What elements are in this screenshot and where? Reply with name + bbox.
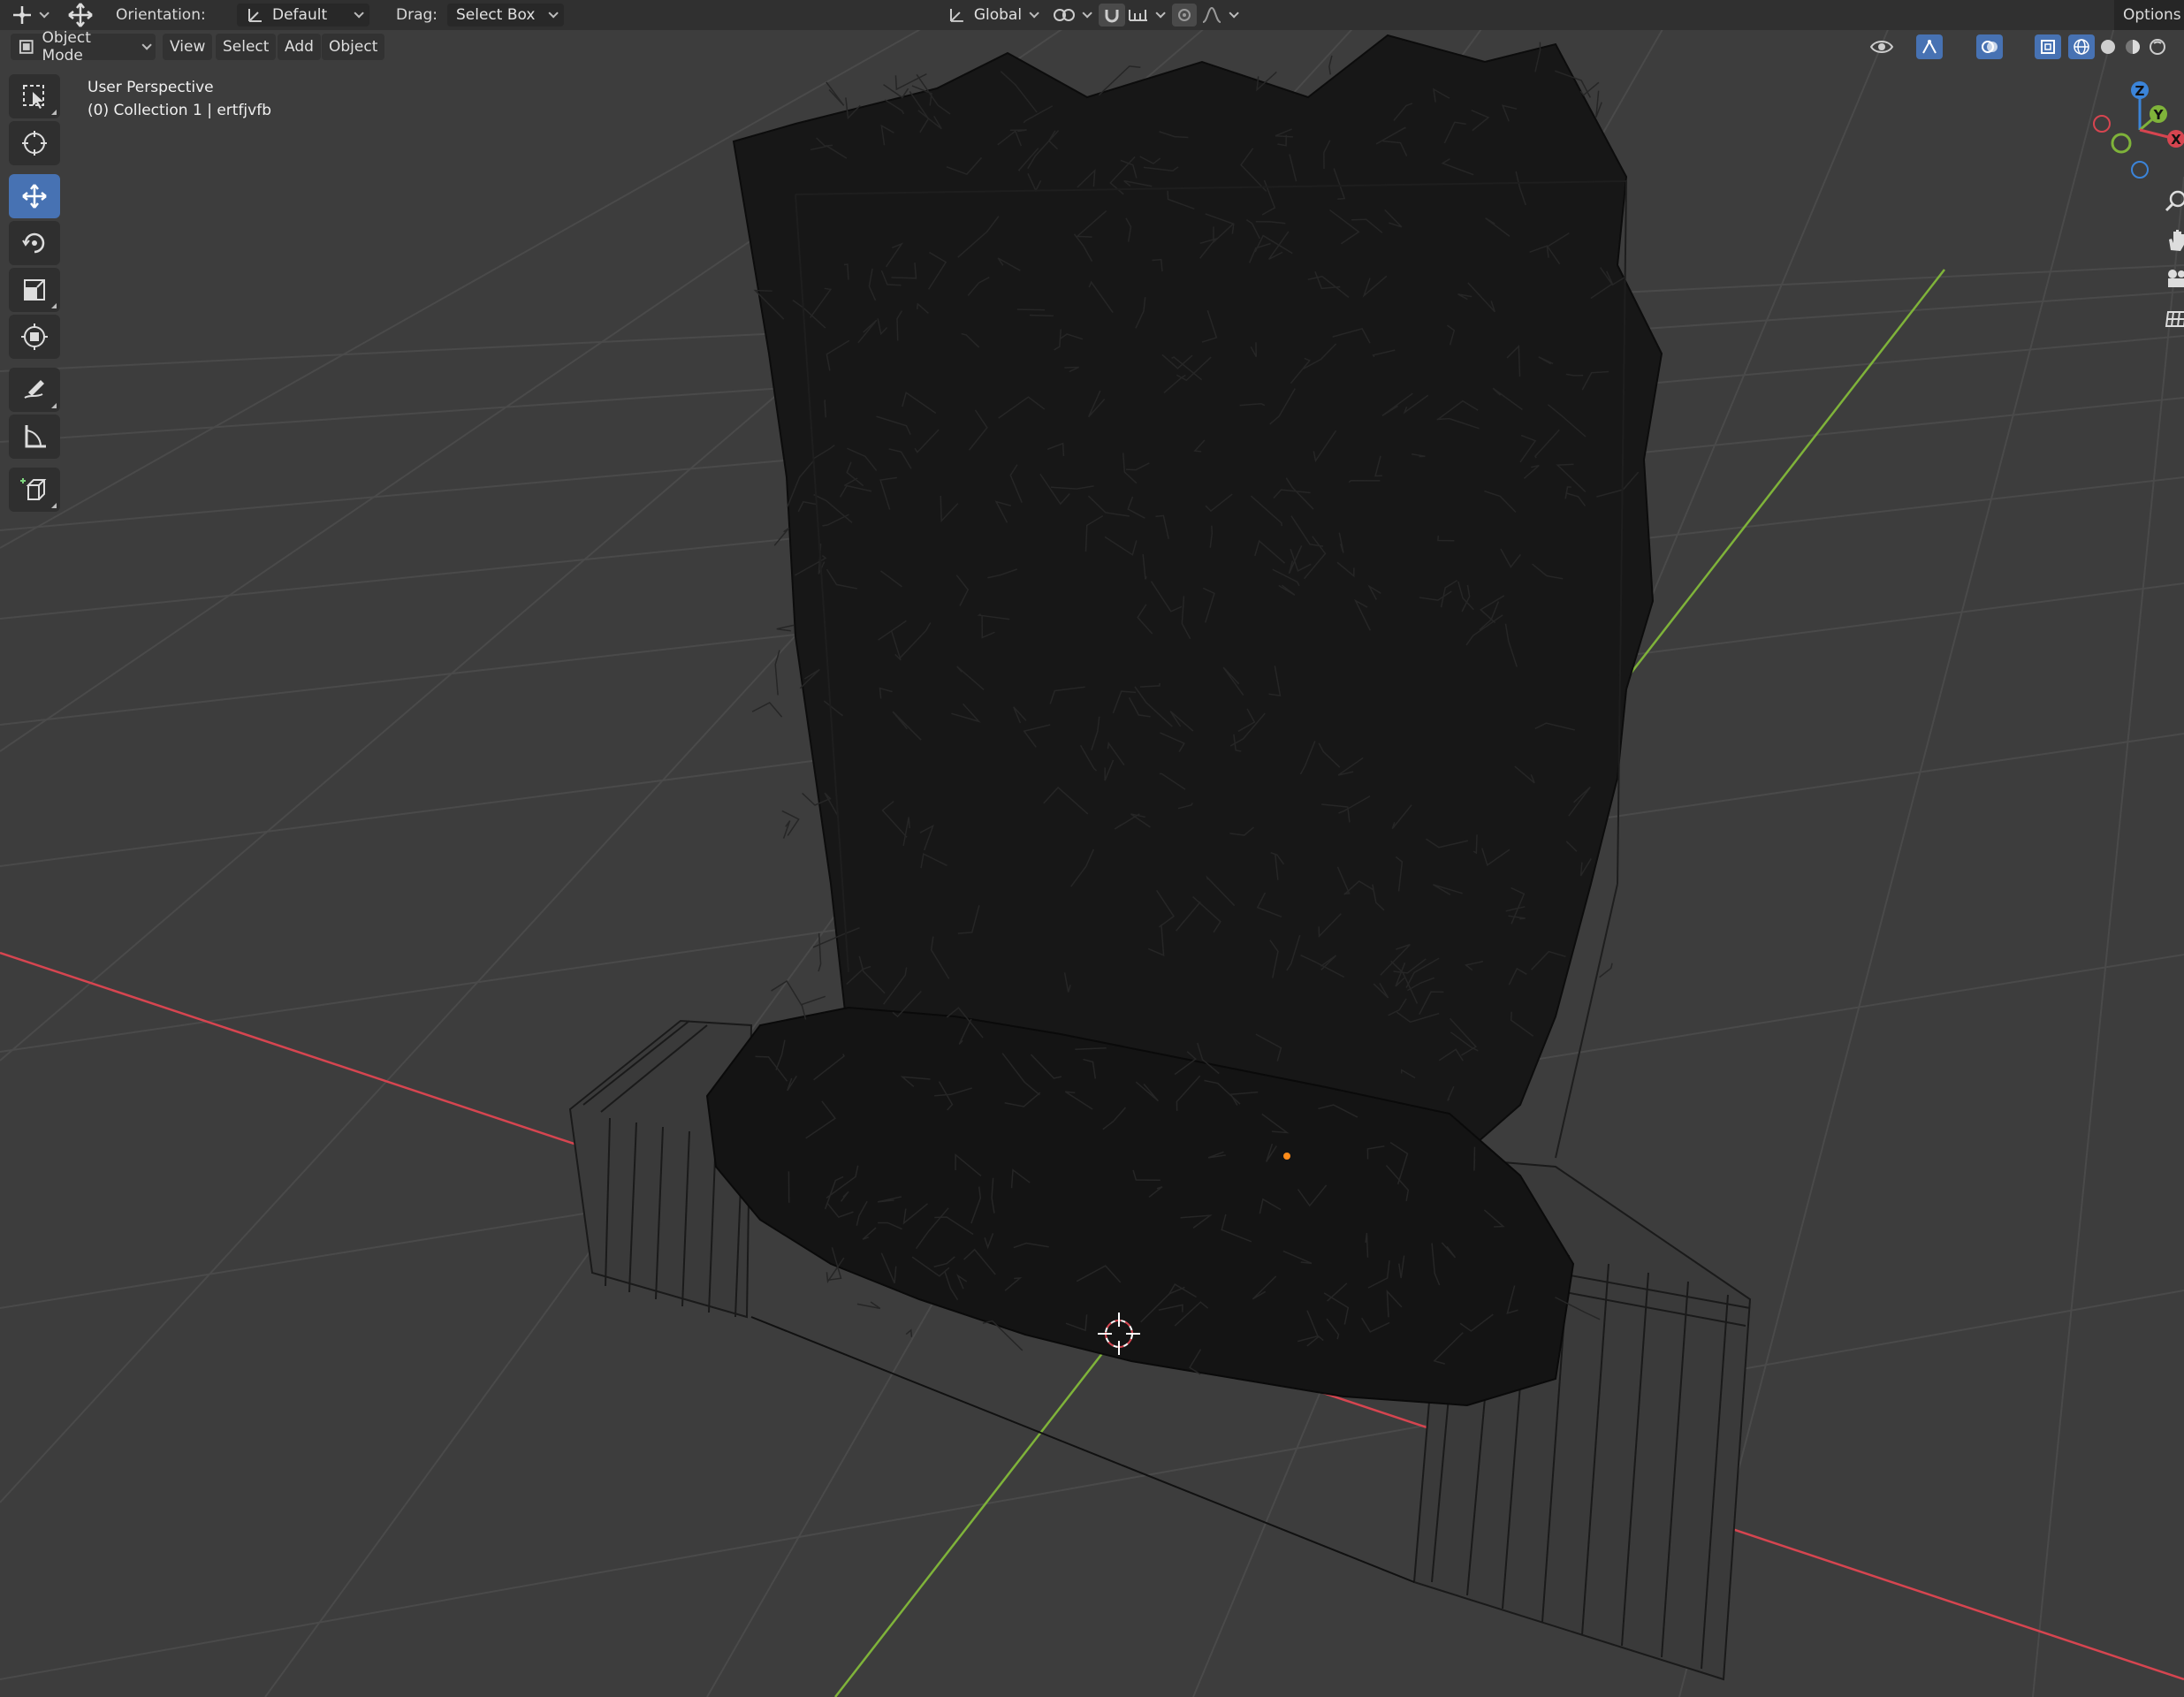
gizmo-toggle[interactable] — [1916, 34, 1943, 60]
shading-wireframe[interactable] — [2068, 34, 2095, 60]
add-cube-tool[interactable] — [9, 468, 60, 512]
menu-object[interactable]: Object — [322, 34, 385, 60]
object-mode-icon — [19, 40, 34, 54]
tool-shelf — [9, 74, 67, 514]
ortho-grid-icon — [2165, 311, 2184, 327]
editor-type-button[interactable] — [11, 0, 49, 30]
gizmo-neg-z[interactable] — [2131, 161, 2149, 179]
cursor-icon — [22, 131, 47, 156]
menu-view[interactable]: View — [163, 34, 213, 60]
falloff-curve-icon — [1202, 6, 1221, 23]
drag-label: Drag: — [396, 6, 438, 24]
transform-tool[interactable] — [9, 315, 60, 359]
select-box-icon — [23, 85, 44, 109]
chevron-down-icon — [354, 8, 364, 19]
chevron-down-icon — [1229, 8, 1239, 19]
zoom-icon — [2165, 190, 2184, 212]
gizmo-icon — [1922, 39, 1937, 54]
shading-solid[interactable] — [2095, 34, 2121, 60]
measure-tool[interactable] — [9, 415, 60, 459]
shading-material[interactable] — [2119, 34, 2146, 60]
viewport-header: Object Mode View Select Add Object — [0, 29, 2184, 65]
transform-space-value: Global — [973, 6, 1023, 24]
transform-icon — [21, 323, 48, 350]
rotate-tool[interactable] — [9, 221, 60, 265]
annotate-icon — [24, 380, 44, 399]
material-sphere-icon — [2126, 40, 2140, 54]
orientation-value: Default — [272, 6, 328, 24]
rendered-sphere-icon — [2150, 39, 2165, 55]
chevron-down-icon — [1155, 8, 1166, 19]
chevron-down-icon — [39, 8, 49, 19]
transform-gizmo-icon — [13, 6, 31, 24]
move-tool-indicator[interactable] — [65, 0, 95, 30]
rotate-icon — [22, 232, 45, 254]
chevron-down-icon — [1082, 8, 1092, 19]
snap-target-dropdown[interactable] — [1127, 0, 1166, 30]
xray-toggle[interactable] — [2035, 34, 2061, 60]
solid-sphere-icon — [2101, 40, 2115, 54]
orientation-icon — [248, 9, 262, 22]
menu-select[interactable]: Select — [216, 34, 277, 60]
measure-icon — [25, 425, 46, 448]
options-label: Options — [2114, 0, 2184, 30]
options-button[interactable]: Options — [2114, 0, 2184, 30]
gizmo-neg-y[interactable] — [2111, 133, 2132, 154]
chevron-down-icon — [141, 40, 152, 50]
drag-dropdown[interactable]: Select Box — [447, 4, 564, 27]
orientation-label: Orientation: — [116, 6, 206, 24]
tool-header: Orientation: Default Drag: Select Box Gl… — [0, 0, 2184, 30]
shading-rendered[interactable] — [2144, 34, 2171, 60]
scene-canvas[interactable] — [0, 0, 2184, 1697]
proportional-edit-icon — [1178, 9, 1191, 21]
scale-tool[interactable] — [9, 268, 60, 312]
scale-icon — [24, 279, 45, 301]
cursor-tool[interactable] — [9, 121, 60, 165]
move-tool[interactable] — [9, 174, 60, 218]
add-cube-icon — [20, 478, 47, 500]
gizmo-x-label: X — [2171, 132, 2181, 148]
pan-hand-icon — [2169, 230, 2184, 251]
gizmo-neg-x[interactable] — [2093, 115, 2111, 133]
select-box-tool[interactable] — [9, 74, 60, 118]
falloff-dropdown[interactable] — [1200, 0, 1239, 30]
drag-value: Select Box — [456, 6, 536, 24]
chevron-down-icon — [1029, 8, 1039, 19]
xray-icon — [2041, 40, 2055, 54]
mode-value: Object Mode — [42, 29, 91, 65]
pivot-link-icon — [1054, 9, 1075, 21]
chevron-down-icon — [548, 8, 559, 19]
overlays-toggle[interactable] — [1976, 34, 2003, 60]
overlays-icon — [1982, 41, 1998, 53]
snap-increment-icon — [1129, 10, 1147, 21]
view-name: User Perspective — [88, 79, 214, 96]
transform-orientation-dropdown[interactable]: Global — [939, 4, 1045, 27]
orientation-dropdown[interactable]: Default — [237, 4, 369, 27]
3d-viewport[interactable] — [0, 0, 2184, 1697]
gizmo-z-label: Z — [2135, 83, 2145, 99]
move-icon — [68, 3, 93, 27]
camera-icon — [2168, 270, 2184, 287]
snap-toggle[interactable] — [1099, 0, 1125, 30]
proportional-edit-toggle[interactable] — [1172, 0, 1197, 30]
gizmo-y-label: Y — [2153, 107, 2165, 123]
navigation-gizmo[interactable]: Z Y X — [2077, 75, 2184, 181]
move-icon — [22, 184, 47, 209]
viewport-info: User Perspective (0) Collection 1 | ertf… — [88, 76, 271, 122]
menu-add[interactable]: Add — [278, 34, 321, 60]
eye-icon — [1869, 41, 1894, 53]
collection-info: (0) Collection 1 | ertfjvfb — [88, 102, 271, 119]
wireframe-sphere-icon — [2074, 39, 2089, 55]
visibility-dropdown[interactable] — [1868, 34, 1895, 60]
object-origin — [1283, 1153, 1290, 1160]
pivot-point-button[interactable] — [1052, 0, 1092, 30]
mode-dropdown[interactable]: Object Mode — [11, 29, 156, 65]
global-axes-icon — [949, 9, 963, 22]
magnet-icon — [1105, 10, 1119, 23]
annotate-tool[interactable] — [9, 368, 60, 412]
